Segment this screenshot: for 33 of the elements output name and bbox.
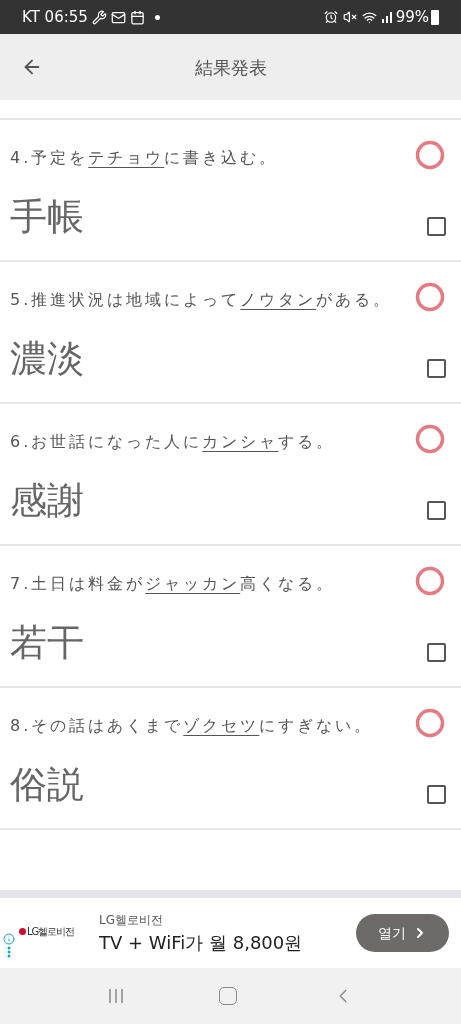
alarm-icon	[323, 10, 338, 24]
logo-text: LG헬로비전	[27, 924, 75, 939]
checkbox[interactable]	[427, 643, 446, 662]
mail-icon	[110, 9, 126, 25]
app-title: 結果発表	[194, 55, 267, 80]
logo-icon	[19, 927, 26, 935]
battery-icon	[431, 9, 439, 25]
checkbox[interactable]	[427, 785, 446, 804]
signal-icon	[380, 11, 393, 23]
calendar-icon	[129, 9, 145, 25]
home-icon[interactable]	[219, 987, 238, 1005]
question-text: 6.お世話になった人に カンシャ する。	[10, 431, 337, 453]
checkbox[interactable]	[427, 217, 446, 236]
more-icon[interactable]	[7, 945, 11, 958]
ad-headline: TV + WiFi가 월 8,800원	[99, 930, 303, 955]
checkbox[interactable]	[427, 359, 446, 378]
answer-text: 手帳	[10, 194, 85, 240]
question-text: 8.その話はあくまで ゾクセツ にすぎない。	[10, 715, 375, 737]
question-text: 4.予定を テチョウ に書き込む。	[10, 147, 280, 169]
status-time: KT 06:55	[22, 6, 88, 28]
answer-text: 若干	[10, 620, 85, 666]
answer-text: 濃淡	[10, 336, 85, 382]
question-text: 7.土日は料金が ジャッカン高くなる。	[10, 573, 337, 595]
mute-icon	[342, 10, 357, 24]
question-text: 5.推進状況は地域によって ノウタンがある。	[10, 289, 394, 311]
ad-brand: LG헬로비전	[99, 911, 164, 929]
wifi-icon	[361, 9, 377, 25]
wrench-icon	[91, 9, 107, 25]
answer-text: 俗説	[10, 762, 85, 808]
answer-text: 感謝	[10, 478, 85, 524]
open-button[interactable]: 열기	[356, 914, 449, 952]
checkbox[interactable]	[427, 501, 446, 520]
battery-percent: 99%	[395, 6, 429, 28]
